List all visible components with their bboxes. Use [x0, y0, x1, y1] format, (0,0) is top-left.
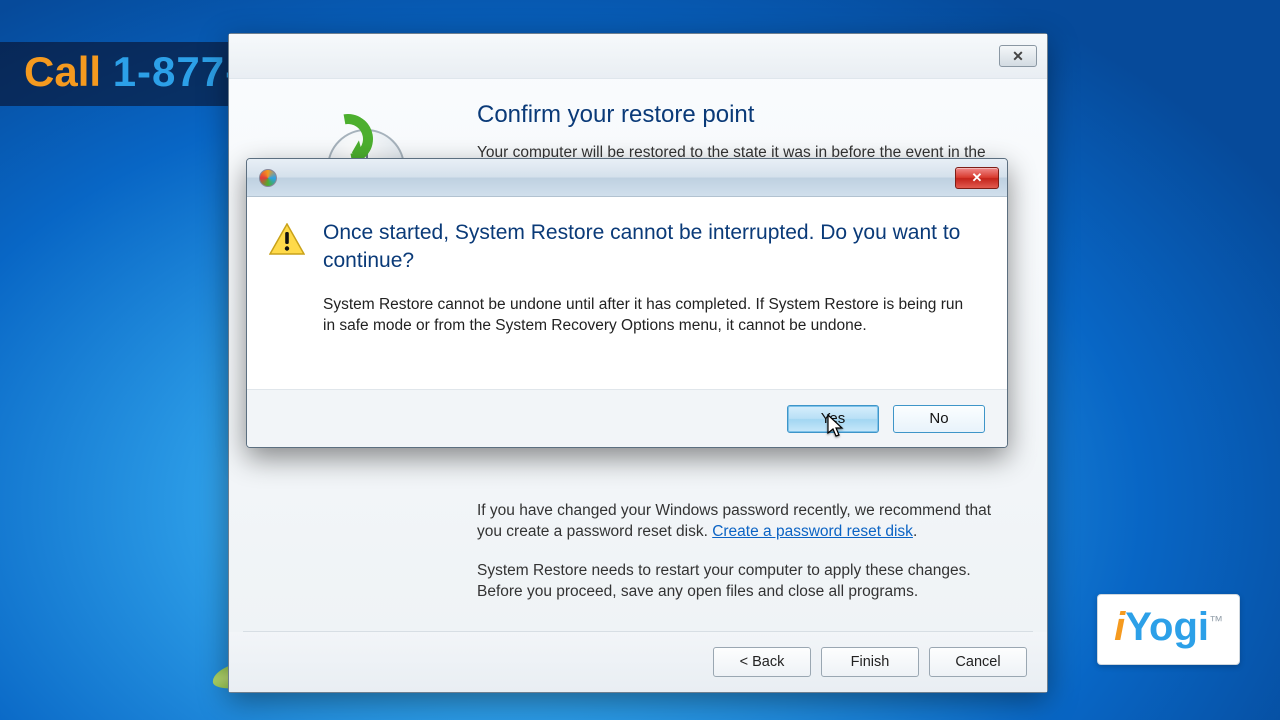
call-label: Call	[24, 48, 113, 95]
yes-button[interactable]: Yes	[787, 405, 879, 433]
wizard-footer: < Back Finish Cancel	[229, 632, 1047, 692]
wizard-close-button[interactable]: ✕	[999, 45, 1037, 67]
dialog-footer: Yes No	[247, 389, 1007, 447]
finish-button[interactable]: Finish	[821, 647, 919, 677]
wizard-restart-note: System Restore needs to restart your com…	[477, 561, 1017, 603]
back-button[interactable]: < Back	[713, 647, 811, 677]
close-icon: ✕	[972, 170, 983, 186]
dialog-content-text: System Restore cannot be undone until af…	[323, 294, 979, 337]
logo-yogi: Yogi	[1125, 605, 1209, 649]
warning-icon	[269, 219, 313, 381]
dialog-titlebar[interactable]: ✕	[247, 159, 1007, 197]
logo-tm: ™	[1209, 613, 1223, 629]
password-note-post: .	[913, 523, 917, 540]
dialog-content: Once started, System Restore cannot be i…	[247, 197, 1007, 389]
dialog-text: Once started, System Restore cannot be i…	[313, 219, 979, 381]
cancel-button[interactable]: Cancel	[929, 647, 1027, 677]
wizard-titlebar: ✕	[229, 34, 1047, 79]
wizard-password-note: If you have changed your Windows passwor…	[477, 501, 1017, 543]
iyogi-logo: iYogi™	[1097, 594, 1240, 665]
wizard-heading: Confirm your restore point	[477, 101, 1017, 129]
logo-i: i	[1114, 605, 1125, 649]
confirmation-dialog: ✕ Once started, System Restore cannot be…	[246, 158, 1008, 448]
create-password-reset-disk-link[interactable]: Create a password reset disk	[712, 523, 913, 540]
dialog-close-button[interactable]: ✕	[955, 167, 999, 189]
close-icon: ✕	[1012, 48, 1024, 65]
dialog-app-icon	[259, 169, 277, 187]
no-button[interactable]: No	[893, 405, 985, 433]
dialog-main-instruction: Once started, System Restore cannot be i…	[323, 219, 979, 276]
